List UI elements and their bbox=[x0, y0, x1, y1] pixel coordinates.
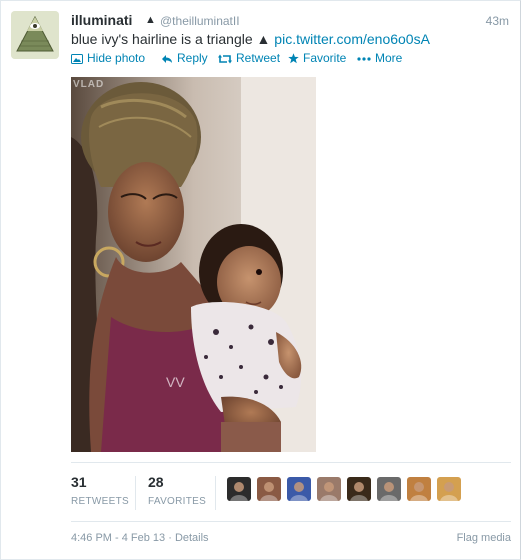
tweet-timestamp[interactable]: 43m bbox=[486, 14, 509, 28]
tweet-media-link[interactable]: pic.twitter.com/eno6o0sA bbox=[274, 31, 430, 47]
favoriter-avatar-1[interactable] bbox=[227, 477, 251, 501]
tweet-header: illuminati ▲ @theilluminatII 43m bbox=[71, 12, 511, 30]
retweets-stat[interactable]: 31 RETWEETS bbox=[71, 474, 129, 507]
more-dots-icon bbox=[357, 57, 371, 61]
retweet-icon bbox=[218, 54, 232, 64]
photo-watermark: VLAD bbox=[73, 79, 105, 90]
favorites-stat[interactable]: 28 FAVORITES bbox=[148, 474, 206, 507]
more-button[interactable]: More bbox=[357, 51, 402, 65]
retweet-button[interactable]: Retweet bbox=[218, 51, 280, 65]
reply-label: Reply bbox=[177, 51, 208, 65]
reply-button[interactable]: Reply bbox=[161, 51, 208, 65]
favoriter-avatar-5[interactable] bbox=[347, 477, 371, 501]
favoriter-avatar-3[interactable] bbox=[287, 477, 311, 501]
tweet-photo[interactable]: VV VLAD bbox=[71, 77, 316, 452]
username[interactable]: @theilluminatII bbox=[160, 14, 240, 28]
star-icon bbox=[288, 53, 299, 64]
display-name[interactable]: illuminati bbox=[71, 12, 132, 28]
favorites-label: FAVORITES bbox=[148, 496, 207, 507]
tweet-text: blue ivy's hairline is a triangle ▲ pic.… bbox=[71, 31, 430, 47]
stats-divider-bottom bbox=[71, 521, 511, 522]
retweet-label: Retweet bbox=[236, 51, 281, 65]
favorites-count: 28 bbox=[148, 474, 164, 490]
tweet-full-timestamp: 4:46 PM - 4 Feb 13 · bbox=[71, 532, 175, 544]
favoriter-avatar-2[interactable] bbox=[257, 477, 281, 501]
favorite-button[interactable]: Favorite bbox=[288, 51, 346, 65]
triangle-icon: ▲ bbox=[145, 14, 156, 26]
favoriter-avatar-7[interactable] bbox=[407, 477, 431, 501]
photo-icon bbox=[71, 53, 83, 64]
stats-divider-top bbox=[71, 462, 511, 463]
favorite-label: Favorite bbox=[303, 51, 347, 65]
retweets-label: RETWEETS bbox=[71, 496, 129, 507]
favoriter-avatar-8[interactable] bbox=[437, 477, 461, 501]
more-label: More bbox=[375, 51, 403, 65]
hide-photo-label: Hide photo bbox=[87, 51, 146, 65]
profile-avatar[interactable] bbox=[11, 11, 59, 59]
stats-separator bbox=[135, 476, 136, 510]
tweet-body: blue ivy's hairline is a triangle ▲ bbox=[71, 31, 275, 47]
flag-media-link[interactable]: Flag media bbox=[457, 532, 511, 544]
svg-text:VV: VV bbox=[166, 374, 185, 390]
tweet-datetime: 4:46 PM - 4 Feb 13 · Details bbox=[71, 532, 209, 544]
hide-photo-button[interactable]: Hide photo bbox=[71, 51, 145, 65]
all-seeing-eye-pyramid-icon bbox=[11, 11, 59, 59]
favoriter-avatar-4[interactable] bbox=[317, 477, 341, 501]
retweets-count: 31 bbox=[71, 474, 87, 490]
tweet-photo-image: VV bbox=[71, 77, 316, 452]
stats-separator-2 bbox=[215, 476, 216, 510]
favoriter-avatar-6[interactable] bbox=[377, 477, 401, 501]
reply-icon bbox=[162, 54, 172, 63]
details-link[interactable]: Details bbox=[175, 532, 209, 544]
